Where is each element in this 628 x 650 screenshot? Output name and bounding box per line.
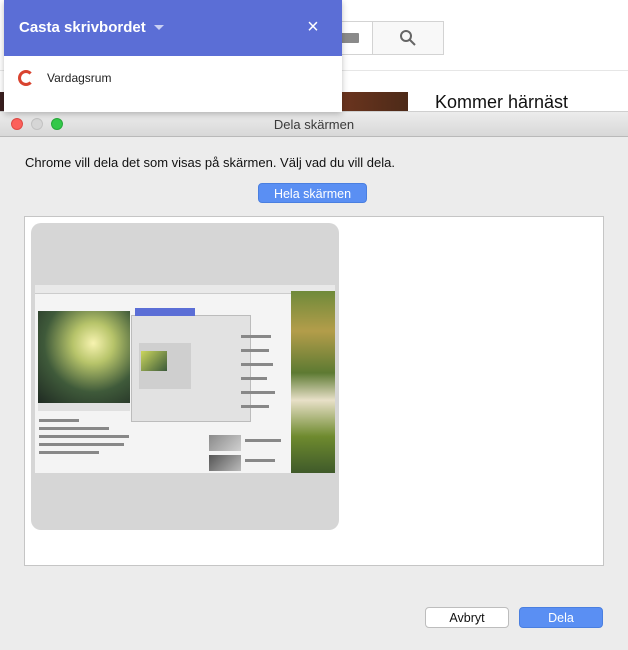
close-icon[interactable]: × <box>304 17 322 37</box>
share-button[interactable]: Dela <box>519 607 603 628</box>
cast-title[interactable]: Casta skrivbordet <box>19 19 146 36</box>
cast-header: Casta skrivbordet × <box>4 0 342 56</box>
cancel-button[interactable]: Avbryt <box>425 607 509 628</box>
tab-entire-screen[interactable]: Hela skärmen <box>258 183 367 203</box>
source-picker <box>24 216 604 566</box>
screen-source-tile[interactable] <box>31 223 339 530</box>
keyboard-icon <box>341 33 359 43</box>
chevron-down-icon[interactable] <box>154 25 164 30</box>
cast-device-label: Vardagsrum <box>47 71 112 85</box>
cast-popup: Casta skrivbordet × Vardagsrum <box>4 0 342 112</box>
cast-device-item[interactable]: Vardagsrum <box>4 56 342 100</box>
dialog-titlebar: Dela skärmen <box>0 112 628 137</box>
search-button[interactable] <box>372 21 444 55</box>
cast-device-icon <box>18 70 34 86</box>
up-next-heading: Kommer härnäst <box>435 92 569 112</box>
share-screen-dialog: Dela skärmen Chrome vill dela det som vi… <box>0 111 628 650</box>
dialog-prompt: Chrome vill dela det som visas på skärme… <box>25 155 395 170</box>
dialog-title: Dela skärmen <box>273 117 355 132</box>
screen-preview-image <box>35 285 335 473</box>
search-icon <box>400 30 416 46</box>
